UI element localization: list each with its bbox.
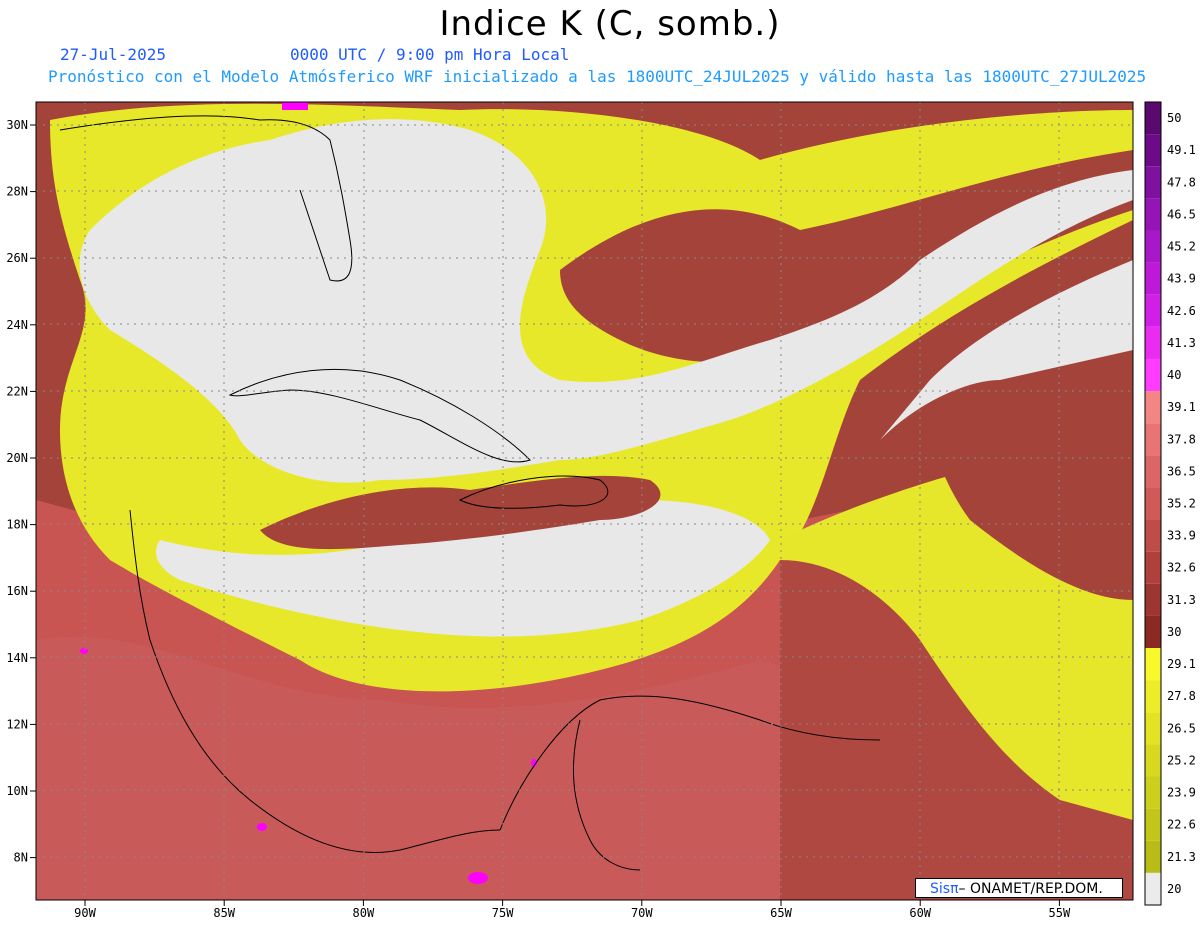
- colorbar-label: 40: [1167, 368, 1181, 382]
- colorbar-label: 41.3: [1167, 336, 1196, 350]
- colorbar-label: 25.2: [1167, 753, 1196, 767]
- map-field: [36, 102, 1133, 900]
- colorbar-label: 47.8: [1167, 175, 1196, 189]
- colorbar-cell: [1145, 166, 1161, 199]
- colorbar-cell: [1145, 680, 1161, 713]
- colorbar-cell: [1145, 326, 1161, 359]
- lon-label: 55W: [1049, 906, 1071, 920]
- colorbar-cell: [1145, 262, 1161, 295]
- colorbar-label: 29.1: [1167, 657, 1196, 671]
- colorbar-label: 22.6: [1167, 818, 1196, 832]
- colorbar-cell: [1145, 230, 1161, 263]
- colorbar-label: 45.2: [1167, 240, 1196, 254]
- lat-label: 28N: [6, 185, 28, 199]
- colorbar-cell: [1145, 423, 1161, 456]
- lat-label: 20N: [6, 451, 28, 465]
- colorbar-cell: [1145, 583, 1161, 616]
- colorbar-cell: [1145, 391, 1161, 424]
- colorbar-label: 30: [1167, 625, 1181, 639]
- lon-label: 90W: [74, 906, 96, 920]
- credit-box: Sisπ– ONAMET/REP.DOM.: [915, 878, 1123, 898]
- colorbar-cell: [1145, 615, 1161, 649]
- colorbar-label: 35.2: [1167, 497, 1196, 511]
- colorbar-cell: [1145, 455, 1161, 488]
- colorbar-label: 32.6: [1167, 561, 1196, 575]
- colorbar-label: 23.9: [1167, 786, 1196, 800]
- field-magenta-1: [282, 102, 308, 110]
- latitude-axis: 30N 28N 26N 24N 22N 20N 18N 16N 14N 12N 10N 8N: [6, 118, 36, 865]
- colorbar-cell: [1145, 840, 1161, 873]
- lat-label: 10N: [6, 784, 28, 798]
- colorbar: 50 49.1 47.8 46.5 45.2 43.9 42.6 41.3 40 39.1 37.8…: [1144, 101, 1196, 906]
- k-index-map: 30N 28N 26N 24N 22N 20N 18N 16N 14N 12N 10N 8N 90W 8…: [6, 101, 1196, 920]
- colorbar-label: 27.8: [1167, 689, 1196, 703]
- colorbar-label: 21.3: [1167, 850, 1196, 864]
- lon-label: 75W: [492, 906, 514, 920]
- lat-label: 30N: [6, 118, 28, 132]
- sispi-logo: Sisπ: [930, 881, 959, 897]
- colorbar-cell: [1145, 102, 1161, 135]
- colorbar-cell: [1145, 294, 1161, 327]
- colorbar-label: 46.5: [1167, 207, 1196, 221]
- lon-label: 70W: [631, 906, 653, 920]
- lat-label: 16N: [6, 584, 28, 598]
- colorbar-label: 50: [1167, 111, 1181, 125]
- colorbar-cell: [1145, 648, 1161, 681]
- colorbar-cell: [1145, 551, 1161, 584]
- colorbar-label: 43.9: [1167, 272, 1196, 286]
- colorbar-cell: [1145, 712, 1161, 745]
- field-magenta-4: [80, 648, 88, 654]
- colorbar-cell: [1145, 358, 1161, 392]
- lon-label: 85W: [213, 906, 235, 920]
- lon-label: 65W: [770, 906, 792, 920]
- colorbar-cell-low: [1145, 872, 1161, 905]
- colorbar-cell: [1145, 519, 1161, 552]
- colorbar-label: 37.8: [1167, 432, 1196, 446]
- colorbar-label: 49.1: [1167, 143, 1196, 157]
- colorbar-label: 33.9: [1167, 529, 1196, 543]
- colorbar-label: 31.3: [1167, 593, 1196, 607]
- longitude-axis: 90W 85W 80W 75W 70W 65W 60W 55W: [74, 900, 1071, 920]
- colorbar-label: 36.5: [1167, 464, 1196, 478]
- lon-label: 60W: [909, 906, 931, 920]
- colorbar-cell: [1145, 744, 1161, 777]
- lon-label: 80W: [353, 906, 375, 920]
- lat-label: 18N: [6, 518, 28, 532]
- colorbar-cell: [1145, 198, 1161, 231]
- colorbar-cell: [1145, 134, 1161, 167]
- colorbar-cell: [1145, 808, 1161, 841]
- lat-label: 14N: [6, 651, 28, 665]
- colorbar-label: 42.6: [1167, 304, 1196, 318]
- colorbar-label: 39.1: [1167, 400, 1196, 414]
- field-magenta-3: [257, 823, 267, 831]
- lat-label: 24N: [6, 318, 28, 332]
- field-magenta-2: [468, 872, 488, 884]
- colorbar-label: 20: [1167, 882, 1181, 896]
- colorbar-label: 26.5: [1167, 721, 1196, 735]
- lat-label: 12N: [6, 717, 28, 731]
- lat-label: 26N: [6, 251, 28, 265]
- lat-label: 8N: [14, 851, 28, 865]
- lat-label: 22N: [6, 384, 28, 398]
- colorbar-cell: [1145, 776, 1161, 809]
- colorbar-cell: [1145, 487, 1161, 520]
- credit-text: ONAMET/REP.DOM.: [965, 881, 1103, 897]
